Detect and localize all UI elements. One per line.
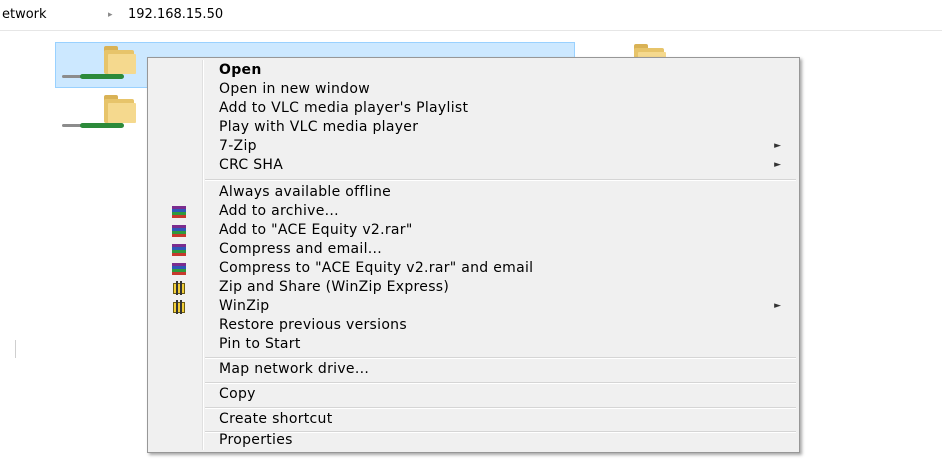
menu-item-open-new-window[interactable]: Open in new window: [150, 80, 797, 100]
submenu-arrow-icon: ►: [774, 141, 781, 151]
menu-item-crc-sha[interactable]: CRC SHA ►: [150, 156, 797, 176]
menu-separator: [205, 357, 796, 359]
menu-item-label: Play with VLC media player: [219, 119, 419, 135]
menu-item-copy[interactable]: Copy: [150, 385, 797, 405]
menu-item-open[interactable]: Open: [150, 61, 797, 81]
menu-item-restore-versions[interactable]: Restore previous versions: [150, 316, 797, 336]
context-menu[interactable]: Open Open in new window Add to VLC media…: [147, 57, 800, 453]
menu-item-label: Always available offline: [219, 184, 392, 200]
view-divider: [15, 340, 16, 358]
menu-separator: [205, 179, 796, 181]
menu-item-label: Open in new window: [219, 81, 370, 97]
breadcrumb-separator-icon[interactable]: ▸: [108, 0, 113, 30]
breadcrumb-network[interactable]: etwork: [2, 0, 47, 30]
menu-item-add-to-archive[interactable]: Add to archive...: [150, 202, 797, 222]
winrar-icon: [172, 205, 186, 219]
network-cable-icon: [80, 74, 124, 79]
menu-item-play-vlc[interactable]: Play with VLC media player: [150, 118, 797, 138]
menu-item-compress-email[interactable]: Compress and email...: [150, 240, 797, 260]
menu-item-label: Map network drive...: [219, 361, 370, 377]
menu-item-label: 7-Zip: [219, 138, 257, 154]
menu-item-label: Compress and email...: [219, 241, 383, 257]
menu-item-add-vlc-playlist[interactable]: Add to VLC media player's Playlist: [150, 99, 797, 119]
network-share-folder-1[interactable]: [102, 46, 136, 74]
winrar-icon: [172, 224, 186, 238]
network-cable-icon: [80, 123, 124, 128]
menu-item-properties[interactable]: Properties: [150, 431, 797, 451]
network-share-folder-2[interactable]: [102, 95, 136, 123]
menu-separator: [205, 382, 796, 384]
menu-item-compress-rar-email[interactable]: Compress to "ACE Equity v2.rar" and emai…: [150, 259, 797, 279]
menu-item-create-shortcut[interactable]: Create shortcut: [150, 410, 797, 430]
submenu-arrow-icon: ►: [774, 160, 781, 170]
menu-item-add-to-rar[interactable]: Add to "ACE Equity v2.rar": [150, 221, 797, 241]
menu-item-label: WinZip: [219, 298, 270, 314]
menu-item-zip-and-share[interactable]: Zip and Share (WinZip Express): [150, 278, 797, 298]
menu-item-label: Properties: [219, 432, 293, 448]
breadcrumb-ip[interactable]: 192.168.15.50: [128, 0, 223, 30]
winrar-icon: [172, 262, 186, 276]
menu-item-label: Compress to "ACE Equity v2.rar" and emai…: [219, 260, 534, 276]
menu-item-pin-to-start[interactable]: Pin to Start: [150, 335, 797, 355]
address-bar[interactable]: etwork ▸ 192.168.15.50: [0, 0, 942, 31]
menu-item-label: Add to "ACE Equity v2.rar": [219, 222, 413, 238]
winzip-icon: [172, 300, 186, 314]
menu-item-label: Add to archive...: [219, 203, 339, 219]
menu-item-map-network-drive[interactable]: Map network drive...: [150, 360, 797, 380]
menu-item-winzip[interactable]: WinZip ►: [150, 297, 797, 317]
menu-item-always-offline[interactable]: Always available offline: [150, 183, 797, 203]
winzip-icon: [172, 281, 186, 295]
menu-item-label: Copy: [219, 386, 256, 402]
menu-item-label: Add to VLC media player's Playlist: [219, 100, 469, 116]
winrar-icon: [172, 243, 186, 257]
menu-item-label: CRC SHA: [219, 157, 284, 173]
menu-item-label: Zip and Share (WinZip Express): [219, 279, 450, 295]
menu-item-label: Create shortcut: [219, 411, 333, 427]
menu-separator: [205, 407, 796, 409]
menu-item-label: Open: [219, 62, 262, 78]
menu-item-label: Pin to Start: [219, 336, 301, 352]
menu-item-label: Restore previous versions: [219, 317, 407, 333]
menu-item-7zip[interactable]: 7-Zip ►: [150, 137, 797, 157]
submenu-arrow-icon: ►: [774, 301, 781, 311]
